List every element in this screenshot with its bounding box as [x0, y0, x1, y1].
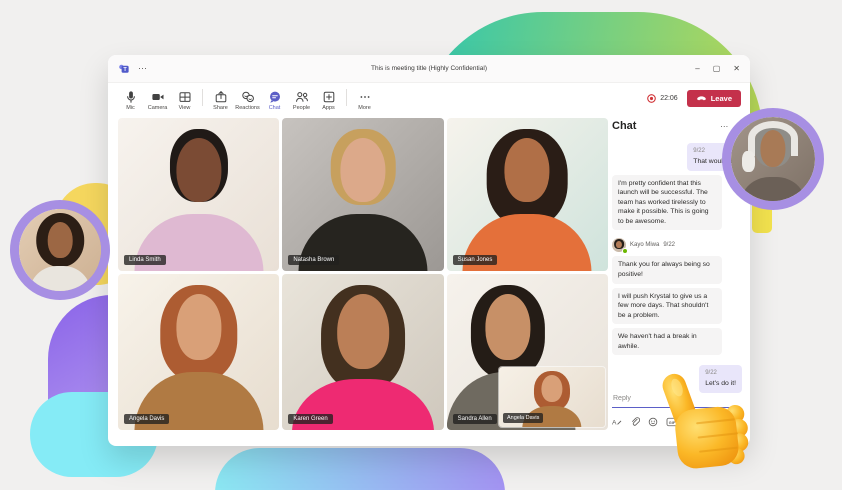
people-icon — [295, 91, 308, 102]
video-tile-susan-jones[interactable]: Susan Jones — [446, 118, 608, 271]
hangup-icon — [696, 96, 706, 101]
chat-icon — [269, 91, 280, 103]
share-icon — [215, 90, 226, 102]
recording-timer: 22:06 — [646, 93, 678, 104]
person-torso — [741, 176, 805, 201]
message-text: I'm pretty confident that this launch wi… — [618, 179, 709, 225]
person-face — [504, 137, 550, 203]
chat-button[interactable]: Chat — [261, 90, 288, 111]
chat-panel-title: Chat — [612, 120, 637, 132]
video-tile-karen-green[interactable]: Karen Green — [282, 274, 444, 430]
headphone-cup — [741, 150, 755, 172]
toolbar-divider — [202, 88, 203, 106]
titlebar: T ⋯ This is meeting title (Highly Confid… — [108, 55, 750, 83]
share-button[interactable]: Share — [207, 90, 234, 111]
camera-icon — [151, 93, 163, 100]
message-text: I will push Krystal to give us a few mor… — [618, 292, 709, 319]
headphones-icon — [747, 121, 799, 157]
svg-text:T: T — [123, 67, 127, 73]
person-face — [485, 294, 531, 360]
pip-name-label: Angela Davis — [502, 413, 544, 423]
presence-available-icon — [622, 248, 628, 255]
chat-header: Chat ⋯ ✕ — [612, 118, 742, 134]
person-face — [615, 240, 623, 248]
leave-button[interactable]: Leave — [686, 89, 741, 107]
people-button[interactable]: People — [288, 90, 315, 111]
person-face — [337, 294, 389, 370]
message-sender-row: Kayo Miwa 9/22 — [612, 238, 742, 255]
window-title: This is meeting title (Highly Confidenti… — [371, 65, 487, 72]
message-text: Thank you for always being so positive! — [618, 261, 710, 278]
thumbs-up-emoji — [643, 360, 766, 479]
participant-video — [118, 118, 279, 271]
person-face — [340, 137, 386, 203]
participant-name-label: Karen Green — [288, 414, 333, 424]
grid-view-icon — [179, 91, 190, 102]
apps-button[interactable]: Apps — [315, 90, 342, 111]
chat-message-incoming: I will push Krystal to give us a few mor… — [612, 287, 722, 325]
more-icon — [360, 95, 369, 98]
participant-video — [447, 118, 608, 271]
participant-name-label: Natasha Brown — [288, 255, 340, 265]
titlebar-menu-icon[interactable]: ⋯ — [138, 63, 147, 74]
decor-avatar-woman — [10, 200, 110, 300]
participant-video — [282, 118, 443, 271]
maximize-button[interactable]: ▢ — [713, 64, 721, 73]
decor-avatar-man-headphones — [722, 108, 824, 210]
teams-logo-icon: T — [119, 64, 129, 73]
chat-messages: 9/22 That would be I'm pretty confident … — [612, 143, 742, 393]
more-button[interactable]: More — [351, 90, 378, 111]
record-icon — [647, 93, 657, 103]
video-tile-sandra-allen[interactable]: Sandra Allen Angela Davis — [446, 274, 608, 430]
chat-message-incoming: Thank you for always being so positive! — [612, 256, 722, 284]
reactions-icon — [241, 91, 254, 102]
sender-timestamp: 9/22 — [663, 242, 676, 249]
decor-blob-cyan-purple — [215, 448, 505, 490]
chat-message-incoming: We haven't had a break in awhile. — [612, 328, 722, 356]
person-face — [541, 374, 563, 403]
video-tile-angela-davis[interactable]: Angela Davis — [118, 274, 280, 430]
participant-video — [118, 274, 279, 430]
person-face — [47, 222, 73, 259]
video-tile-natasha-brown[interactable]: Natasha Brown — [282, 118, 444, 271]
close-button[interactable]: ✕ — [733, 64, 740, 73]
participant-video — [282, 274, 443, 430]
chat-message-incoming: I'm pretty confident that this launch wi… — [612, 174, 722, 231]
video-grid: Linda Smith Natasha Brown Susan Jones An… — [118, 118, 608, 430]
attach-icon[interactable] — [630, 417, 640, 427]
reactions-button[interactable]: Reactions — [234, 90, 261, 111]
sender-avatar — [612, 238, 628, 255]
minimize-button[interactable]: – — [695, 64, 699, 73]
pip-video-angela-davis[interactable]: Angela Davis — [498, 367, 605, 427]
mic-icon — [126, 90, 135, 103]
participant-name-label: Sandra Allen — [452, 414, 497, 424]
view-button[interactable]: View — [171, 90, 198, 111]
person-face — [176, 294, 222, 360]
svg-text:A: A — [612, 420, 617, 427]
mic-button[interactable]: Mic — [117, 90, 144, 111]
participant-name-label: Susan Jones — [452, 255, 498, 265]
participant-name-label: Linda Smith — [124, 255, 166, 265]
participant-name-label: Angela Davis — [124, 414, 170, 424]
toolbar-divider — [346, 88, 347, 106]
video-tile-linda-smith[interactable]: Linda Smith — [118, 118, 280, 271]
toolbar-right: 22:06 Leave — [646, 89, 741, 107]
sender-name: Kayo Miwa — [630, 242, 660, 249]
meeting-toolbar: Mic Camera View Share Reactions Chat Peo… — [108, 83, 750, 117]
window-controls: – ▢ ✕ — [695, 64, 740, 73]
chat-more-icon[interactable]: ⋯ — [720, 122, 728, 131]
message-text: We haven't had a break in awhile. — [618, 333, 697, 350]
person-torso — [29, 265, 91, 291]
person-face — [176, 137, 222, 203]
apps-icon — [323, 91, 334, 102]
format-icon[interactable]: A — [612, 417, 622, 427]
camera-button[interactable]: Camera — [144, 90, 171, 111]
